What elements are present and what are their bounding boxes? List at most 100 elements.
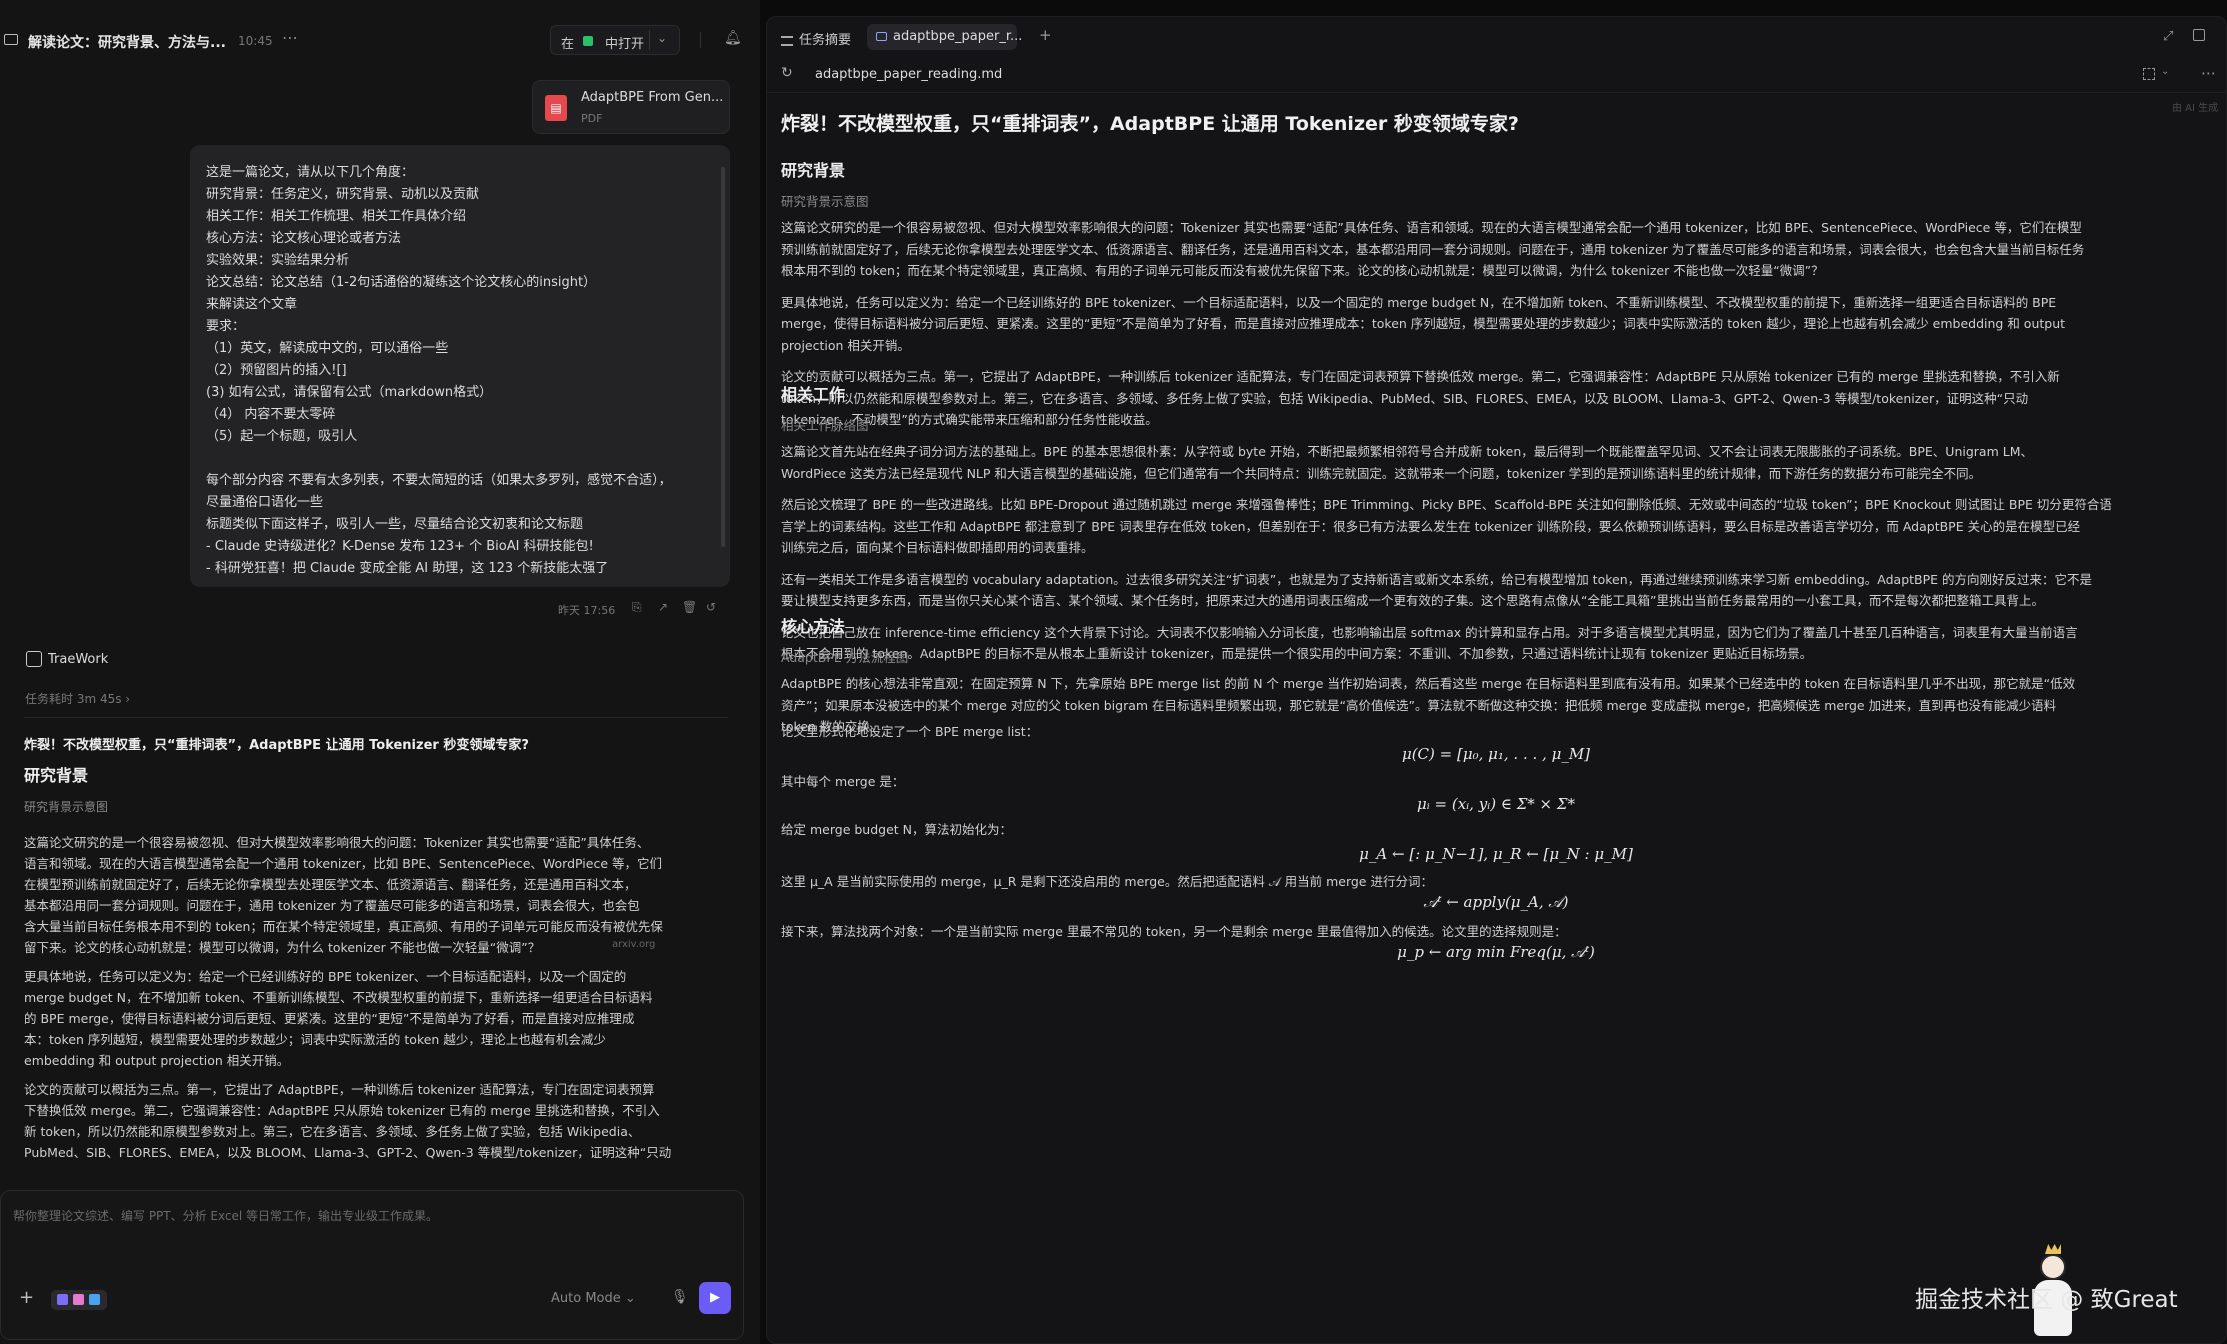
answer-line: 更具体地说，任务可以定义为：给定一个已经训练好的 BPE tokenizer、一… (24, 969, 627, 984)
tab-summary-label: 任务摘要 (799, 33, 852, 48)
undo-icon[interactable]: ↺ (706, 600, 716, 614)
answer-line: embedding 和 output projection 相关开销。 (24, 1053, 290, 1068)
markdown-document: 炸裂！不改模型权重，只“重排词表”，AdaptBPE 让通用 Tokenizer… (781, 93, 2211, 1343)
answer-title: 炸裂！不改模型权重，只“重排词表”，AdaptBPE 让通用 Tokenizer… (24, 738, 529, 753)
paragraph-line: 论文里形式化地设定了一个 BPE merge list： (781, 724, 1039, 739)
open-in-button[interactable]: 在 中打开 ⌄ (550, 25, 680, 55)
text-line: WordPiece 这类方法已经是现代 NLP 和大语言模型的基础设施，但它们通… (781, 465, 1982, 481)
source-link[interactable]: arxiv.org (612, 939, 655, 950)
divider (700, 32, 701, 48)
answer-line: 留下来。论文的核心动机就是：模型可以微调，为什么 tokenizer 不能也做一… (24, 940, 541, 955)
add-tab-icon[interactable]: + (1039, 26, 1052, 44)
message-timestamp: 昨天 17:56 (558, 604, 616, 617)
message-line: - 科研党狂喜！把 Claude 变成全能 AI 助理，这 123 个新技能太强… (206, 561, 609, 576)
answer-line: PubMed、SIB、FLORES、EMEA，以及 BLOOM、Llama-3、… (24, 1145, 672, 1160)
formula: μ_A ← [: μ_N−1], μ_R ← [μ_N : μ_M] (1359, 845, 1633, 863)
tab-file[interactable]: adaptbpe_paper_r... (867, 24, 1022, 50)
open-in-prefix: 在 (561, 37, 575, 52)
message-line: (3) 如有公式，请保留有公式（markdown格式） (206, 385, 493, 400)
message-line: （4） 内容不要太零碎 (206, 407, 336, 422)
delete-icon[interactable]: 🗑︎ (682, 600, 697, 614)
pdf-type: PDF (581, 112, 603, 125)
chevron-down-icon[interactable]: ⌄ (657, 31, 667, 45)
pdf-icon: ▤ (545, 95, 567, 121)
message-line: 实验效果：实验结果分析 (206, 253, 350, 268)
assistant-answer: 炸裂！不改模型权重，只“重排词表”，AdaptBPE 让通用 Tokenizer… (24, 730, 728, 1170)
mic-icon[interactable]: 🎙︎ (671, 1289, 689, 1305)
chat-icon[interactable] (4, 34, 18, 45)
chevron-down-icon[interactable]: ⌄ (2161, 66, 2169, 77)
message-line: 要求： (206, 319, 246, 334)
add-icon[interactable]: + (19, 1287, 34, 1308)
formula: μ_p ← arg min Freq(μ, 𝒜ᵗ) (1397, 943, 1595, 961)
message-line: 核心方法：论文核心理论或者方法 (206, 231, 402, 246)
message-line: （5）起一个标题，吸引人 (206, 429, 358, 444)
doc-icon (73, 1294, 84, 1305)
text-line: 论文也把自己放在 inference-time efficiency 这个大背景… (781, 624, 2078, 640)
share-icon[interactable]: ↗ (658, 600, 668, 614)
image-caption: 相关工作脉络图 (781, 418, 869, 433)
attachment-badge[interactable] (51, 1290, 107, 1310)
answer-line: 论文的贡献可以概括为三点。第一，它提出了 AdaptBPE，一种训练后 toke… (24, 1082, 655, 1097)
chat-header: 解读论文：研究背景、方法与... 10:45 ⋯ 在 中打开 ⌄ 🔔︎ (0, 20, 760, 64)
message-line: 相关工作：相关工作梳理、相关工作具体介绍 (206, 209, 467, 224)
expand-icon[interactable]: ⤢ (2163, 29, 2173, 44)
more-icon[interactable]: ⋯ (282, 28, 298, 47)
traework-logo (26, 651, 42, 667)
user-message: 这是一篇论文，请从以下几个角度： 研究背景：任务定义，研究背景、动机以及贡献 相关工… (190, 145, 730, 587)
answer-line: 含大量当前目标任务根本用不到的 token；而在某个特定领域里，真正高频、有用的… (24, 919, 663, 934)
more-icon[interactable]: ⋯ (2201, 64, 2216, 82)
app-icon (583, 36, 593, 46)
layout-icon[interactable] (2193, 29, 2205, 41)
refresh-icon[interactable]: ↻ (781, 65, 793, 81)
document-title: 炸裂！不改模型权重，只“重排词表”，AdaptBPE 让通用 Tokenizer… (781, 113, 1519, 135)
paragraph-line: 这里 μ_A 是当前实际使用的 merge，μ_R 是剩下还没启用的 merge… (781, 874, 1433, 889)
watermark: 掘金技术社区 @ 致Great (1915, 1287, 2178, 1313)
answer-line: merge budget N，在不增加新 token、不重新训练模型、不改模型权… (24, 990, 653, 1005)
text-line: 这篇论文首先站在经典子词分词方法的基础上。BPE 的基本思想很朴素：从字符或 b… (781, 444, 2033, 459)
message-line: 论文总结：论文总结（1-2句话通俗的凝练这个论文核心的insight） (206, 275, 597, 290)
document-pane: 任务摘要 adaptbpe_paper_r... + ⤢ ↻ adaptbpe_… (766, 16, 2227, 1344)
divider (649, 30, 650, 50)
paragraph-line: 给定 merge budget N，算法初始化为： (781, 822, 1013, 837)
text-line: 根本用不到的 token；而在某个特定领域里，真正高频、有用的子词单元可能反而没… (781, 263, 1824, 278)
message-line: 每个部分内容 不要有太多列表，不要太简短的话（如果太多罗列，感觉不合适）， (206, 473, 672, 488)
scrollbar[interactable] (721, 167, 725, 547)
pdf-attachment[interactable]: ▤ AdaptBPE From Gen... PDF (532, 80, 730, 134)
conversation-time: 10:45 (238, 34, 273, 48)
message-line: （1）英文，解读成中文的，可以通俗一些 (206, 341, 449, 356)
text-line: 训练完之后，面向某个目标语料做即插即用的词表重排。 (781, 540, 1094, 555)
image-icon (57, 1294, 68, 1305)
text-line: projection 相关开销。 (781, 337, 910, 353)
task-duration[interactable]: 任务耗时 3m 45s › (25, 690, 130, 707)
message-line: - Claude 史诗级进化？K-Dense 发布 123+ 个 BioAI 科… (206, 539, 594, 554)
message-input[interactable] (13, 1209, 713, 1223)
message-line: 来解读这个文章 (206, 297, 298, 312)
answer-line: 下替换低效 merge。第二，它强调兼容性：AdaptBPE 只从原始 toke… (24, 1103, 660, 1118)
conversation-title: 解读论文：研究背景、方法与... (28, 35, 226, 51)
message-line: 标题类似下面这样子，吸引人一些，尽量结合论文初衷和论文标题 (206, 517, 584, 532)
send-button[interactable]: ▶ (699, 1282, 731, 1314)
tab-summary[interactable]: 任务摘要 (781, 29, 851, 48)
mode-selector[interactable]: Auto Mode ⌄ (551, 1291, 636, 1306)
section-heading: 相关工作 (781, 385, 846, 404)
copy-icon[interactable]: ⎘ (632, 600, 642, 615)
formula: μ(C) = [μ₀, μ₁, . . . , μ_M] (1401, 745, 1591, 763)
text-line: 言学上的词素结构。这些工作和 AdaptBPE 都注意到了 BPE 词表里存在低… (781, 518, 2081, 534)
pdf-name: AdaptBPE From Gen... (581, 90, 724, 105)
text-line: AdaptBPE 的核心想法非常直观：在固定预算 N 下，先拿原始 BPE me… (781, 676, 2076, 691)
text-line: 这篇论文研究的是一个很容易被忽视、但对大模型效率影响很大的问题：Tokenize… (781, 220, 2082, 235)
section-heading: 核心方法 (781, 617, 846, 636)
open-in-label: 中打开 (605, 37, 645, 52)
divider (24, 717, 728, 718)
answer-line: 语言和领域。现在的大语言模型通常会配一个通用 tokenizer，比如 BPE、… (24, 856, 662, 871)
formula: 𝒜ᵗ ← apply(μ_A, 𝒜) (1423, 893, 1569, 911)
composer: + Auto Mode ⌄ 🎙︎ ▶ (0, 1190, 744, 1340)
grid-icon[interactable] (2143, 68, 2155, 80)
bell-icon[interactable]: 🔔︎ (724, 30, 742, 46)
tab-file-label: adaptbpe_paper_r... (893, 29, 1023, 44)
message-line: （2）预留图片的插入![] (206, 363, 347, 378)
answer-line: 在模型预训练前就固定好了，后续无论你拿模型去处理医学文本、低资源语言、翻译任务，… (24, 877, 637, 892)
answer-line: 基本都沿用同一套分词规则。问题在于，通用 tokenizer 为了覆盖尽可能多的… (24, 898, 640, 913)
chat-pane: 解读论文：研究背景、方法与... 10:45 ⋯ 在 中打开 ⌄ 🔔︎ ▤ Ad… (0, 0, 760, 1344)
